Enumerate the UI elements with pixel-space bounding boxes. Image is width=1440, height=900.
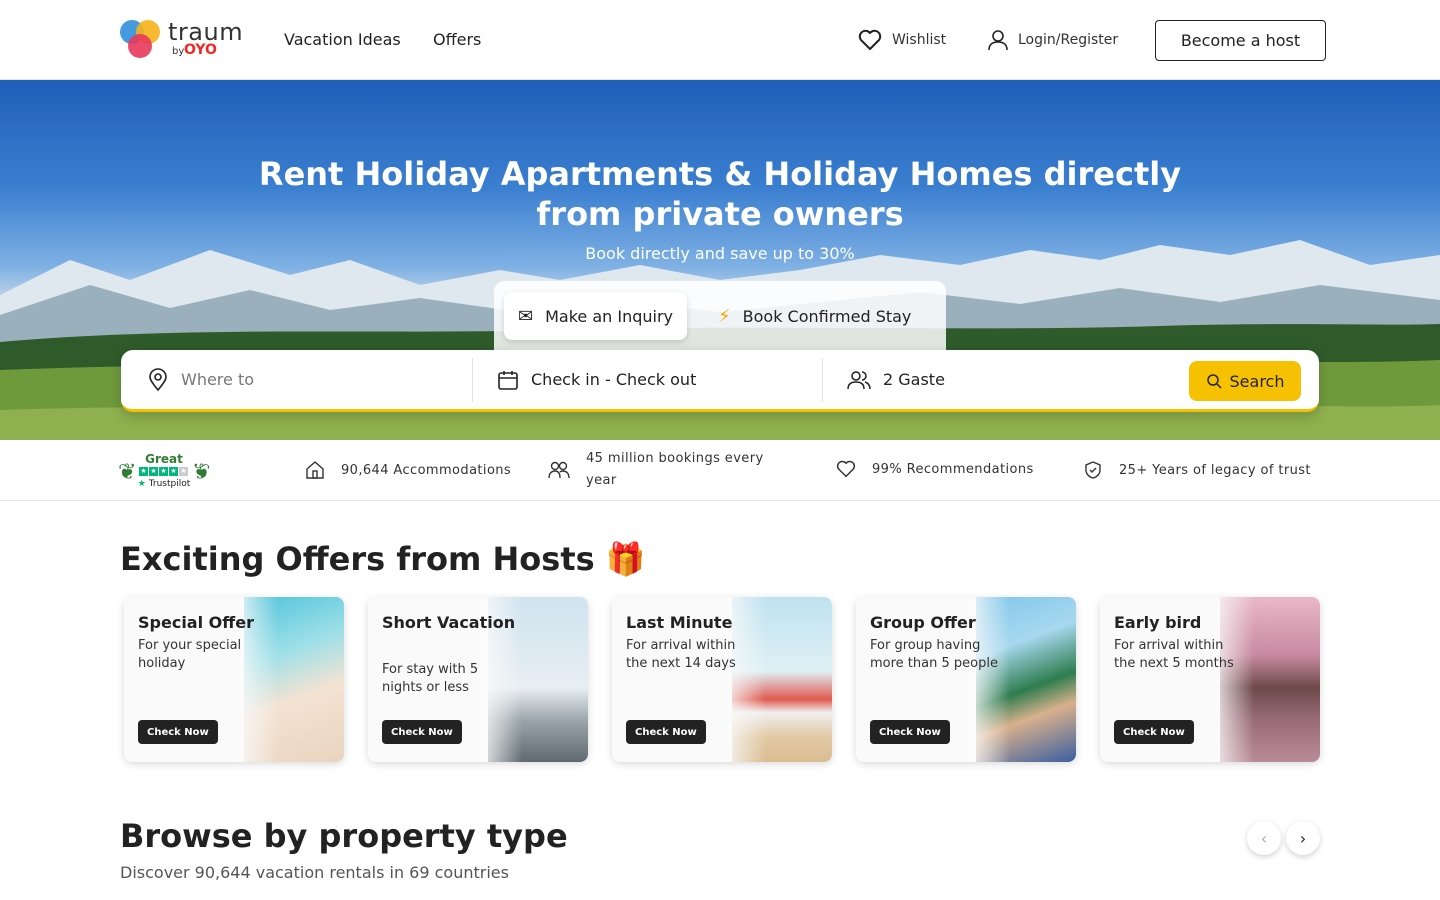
guests-label: 2 Gaste <box>883 370 945 389</box>
where-input[interactable] <box>181 370 451 389</box>
offer-title: Last Minute <box>626 613 733 632</box>
carousel-prev-button[interactable]: ‹ <box>1247 821 1281 855</box>
guests-icon <box>847 370 871 389</box>
trust-legacy-text: 25+ Years of legacy of trust <box>1119 462 1311 478</box>
wishlist-label: Wishlist <box>892 32 947 48</box>
guests-field[interactable]: 2 Gaste <box>847 350 945 409</box>
offer-desc: For arrival within the next 14 days <box>626 638 736 671</box>
offer-desc: For stay with 5 nights or less <box>382 662 479 695</box>
trust-item-accommodations: 90,644 Accommodations <box>305 460 511 480</box>
login-register-link[interactable]: Login/Register <box>988 29 1118 51</box>
dates-field[interactable]: Check in - Check out <box>497 350 696 409</box>
house-icon <box>306 461 324 479</box>
browse-section-title: Browse by property type <box>120 817 568 855</box>
dates-label: Check in - Check out <box>531 370 697 389</box>
site-header: traum by OYO Vacation Ideas Offers Wishl… <box>0 0 1440 80</box>
tab-inquiry-label: Make an Inquiry <box>545 306 674 326</box>
offer-desc: For arrival within the next 5 months <box>1114 638 1234 671</box>
check-now-button[interactable]: Check Now <box>1114 720 1194 744</box>
offer-card-last-minute[interactable]: Last Minute For arrival within the next … <box>612 597 832 762</box>
heart-icon <box>836 460 856 478</box>
hero-banner: Rent Holiday Apartments & Holiday Homes … <box>0 80 1440 440</box>
browse-section-subtitle: Discover 90,644 vacation rentals in 69 c… <box>120 863 509 882</box>
offer-card-short-vacation[interactable]: Short Vacation For stay with 5 nights or… <box>368 597 588 762</box>
logo-by: by <box>172 46 185 57</box>
trust-accommodations-text: 90,644 Accommodations <box>341 462 512 478</box>
search-icon <box>1206 374 1222 389</box>
offer-title: Early bird <box>1114 613 1202 632</box>
booking-mode-tabs: ✉ Make an Inquiry ⚡ Book Confirmed Stay <box>494 281 946 351</box>
trust-strip: ❦ ❦ Great ★ ★ ★ ★ ★ ★ Trustpilot 90,644 Acco… <box>0 440 1440 501</box>
offer-title: Group Offer <box>870 613 976 632</box>
where-field[interactable] <box>147 350 451 409</box>
location-pin-icon <box>149 367 167 391</box>
search-button[interactable]: Search <box>1189 361 1301 401</box>
trust-recommendations-text: 99% Recommendations <box>872 461 1034 477</box>
tab-book-confirmed[interactable]: ⚡ Book Confirmed Stay <box>704 292 925 340</box>
login-label: Login/Register <box>1018 32 1119 48</box>
trust-item-bookings: 45 million bookings every year <box>548 448 778 492</box>
trustpilot-badge[interactable]: ❦ ❦ Great ★ ★ ★ ★ ★ ★ Trustpilot <box>118 450 210 492</box>
trustpilot-stars-icon: ★ ★ ★ ★ ★ <box>139 467 188 476</box>
traum-logo[interactable]: traum by OYO <box>120 18 243 62</box>
search-divider <box>822 358 823 402</box>
people-icon <box>548 461 570 479</box>
check-now-button[interactable]: Check Now <box>626 720 706 744</box>
offer-card-special[interactable]: Special Offer For your special holiday C… <box>124 597 344 762</box>
logo-brand: OYO <box>184 42 217 58</box>
search-bar: Check in - Check out 2 Gaste Search <box>121 350 1319 412</box>
become-host-button[interactable]: Become a host <box>1155 20 1326 61</box>
lightning-icon: ⚡ <box>718 305 731 327</box>
search-button-label: Search <box>1229 371 1285 391</box>
nav-vacation-ideas[interactable]: Vacation Ideas <box>284 30 401 49</box>
carousel-next-button[interactable]: › <box>1286 821 1320 855</box>
tab-make-inquiry[interactable]: ✉ Make an Inquiry <box>504 292 688 340</box>
trust-item-recommendations: 99% Recommendations <box>836 460 1034 478</box>
offers-section-title: Exciting Offers from Hosts 🎁 <box>120 540 646 578</box>
tab-book-label: Book Confirmed Stay <box>742 306 912 326</box>
trustpilot-rating-word: Great <box>145 452 183 466</box>
hero-subtitle: Book directly and save up to 30% <box>585 244 855 263</box>
offer-title: Short Vacation <box>382 613 516 632</box>
user-icon <box>988 30 1008 51</box>
heart-icon <box>858 29 882 50</box>
logo-circles-icon <box>120 20 162 60</box>
offer-title: Special Offer <box>138 613 254 632</box>
shield-icon <box>1085 461 1101 479</box>
offer-card-early-bird[interactable]: Early bird For arrival within the next 5… <box>1100 597 1320 762</box>
check-now-button[interactable]: Check Now <box>870 720 950 744</box>
search-divider <box>472 358 473 402</box>
trustpilot-label: ★ Trustpilot <box>137 479 191 489</box>
offer-card-group[interactable]: Group Offer For group having more than 5… <box>856 597 1076 762</box>
envelope-icon: ✉ <box>518 305 534 327</box>
hero-title: Rent Holiday Apartments & Holiday Homes … <box>258 155 1182 233</box>
check-now-button[interactable]: Check Now <box>382 720 462 744</box>
offer-desc: For group having more than 5 people <box>870 638 998 671</box>
check-now-button[interactable]: Check Now <box>138 720 218 744</box>
offer-desc: For your special holiday <box>138 638 242 671</box>
wishlist-link[interactable]: Wishlist <box>858 29 946 51</box>
trust-item-legacy: 25+ Years of legacy of trust <box>1083 460 1311 480</box>
trust-bookings-text: 45 million bookings every year <box>586 451 764 488</box>
nav-offers[interactable]: Offers <box>433 30 481 49</box>
calendar-icon <box>498 370 518 390</box>
